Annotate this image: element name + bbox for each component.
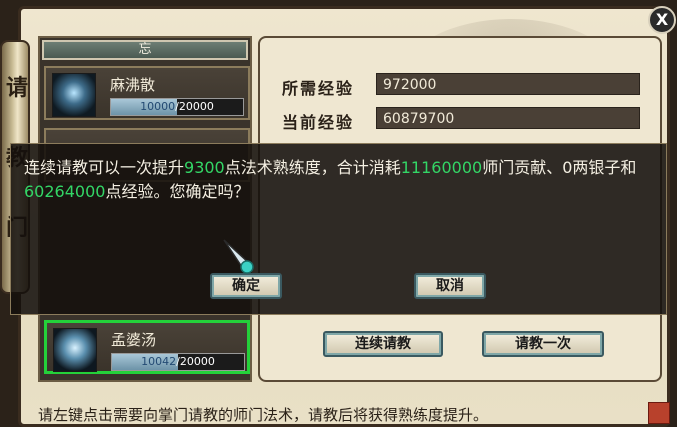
scroll-char: 请 — [6, 76, 29, 101]
exp-cost-value: 60264000 — [24, 182, 106, 201]
confirm-message: 连续请教可以一次提升9300点法术熟练度，合计消耗11160000师门贡献、0两… — [24, 158, 637, 201]
proficiency-text: 10000/20000 — [140, 100, 214, 113]
continuous-learn-button[interactable]: 连续请教 — [323, 331, 443, 357]
corner-logo-icon — [648, 402, 670, 424]
skill-icon — [53, 328, 97, 372]
skill-item-mafeisan[interactable]: 麻沸散 10000/20000 — [44, 66, 250, 120]
current-exp-value: 60879700 — [376, 107, 640, 129]
close-button[interactable]: X — [648, 6, 676, 34]
points-value: 9300 — [184, 158, 225, 177]
learn-once-button[interactable]: 请教一次 — [482, 331, 604, 357]
confirm-button[interactable]: 确定 — [210, 273, 282, 299]
skill-list-header: 忘 — [42, 40, 248, 60]
proficiency-bar: 10042/20000 — [111, 353, 245, 371]
skill-name: 麻沸散 — [110, 76, 156, 94]
skill-item-mengpotang[interactable]: 孟婆汤 10042/20000 — [44, 320, 250, 374]
skill-icon — [52, 73, 96, 117]
skill-name: 孟婆汤 — [111, 331, 157, 349]
proficiency-text: 10042/20000 — [141, 355, 215, 368]
required-exp-value: 972000 — [376, 73, 640, 95]
proficiency-bar: 10000/20000 — [110, 98, 244, 116]
required-exp-label: 所需经验 — [282, 79, 355, 98]
current-exp-label: 当前经验 — [282, 113, 355, 132]
contribution-value: 11160000 — [400, 158, 483, 177]
footer-hint: 请左键点击需要向掌门请教的师门法术，请教后将获得熟练度提升。 — [38, 406, 489, 424]
cancel-button[interactable]: 取消 — [414, 273, 486, 299]
brush-cursor-icon — [223, 239, 254, 274]
